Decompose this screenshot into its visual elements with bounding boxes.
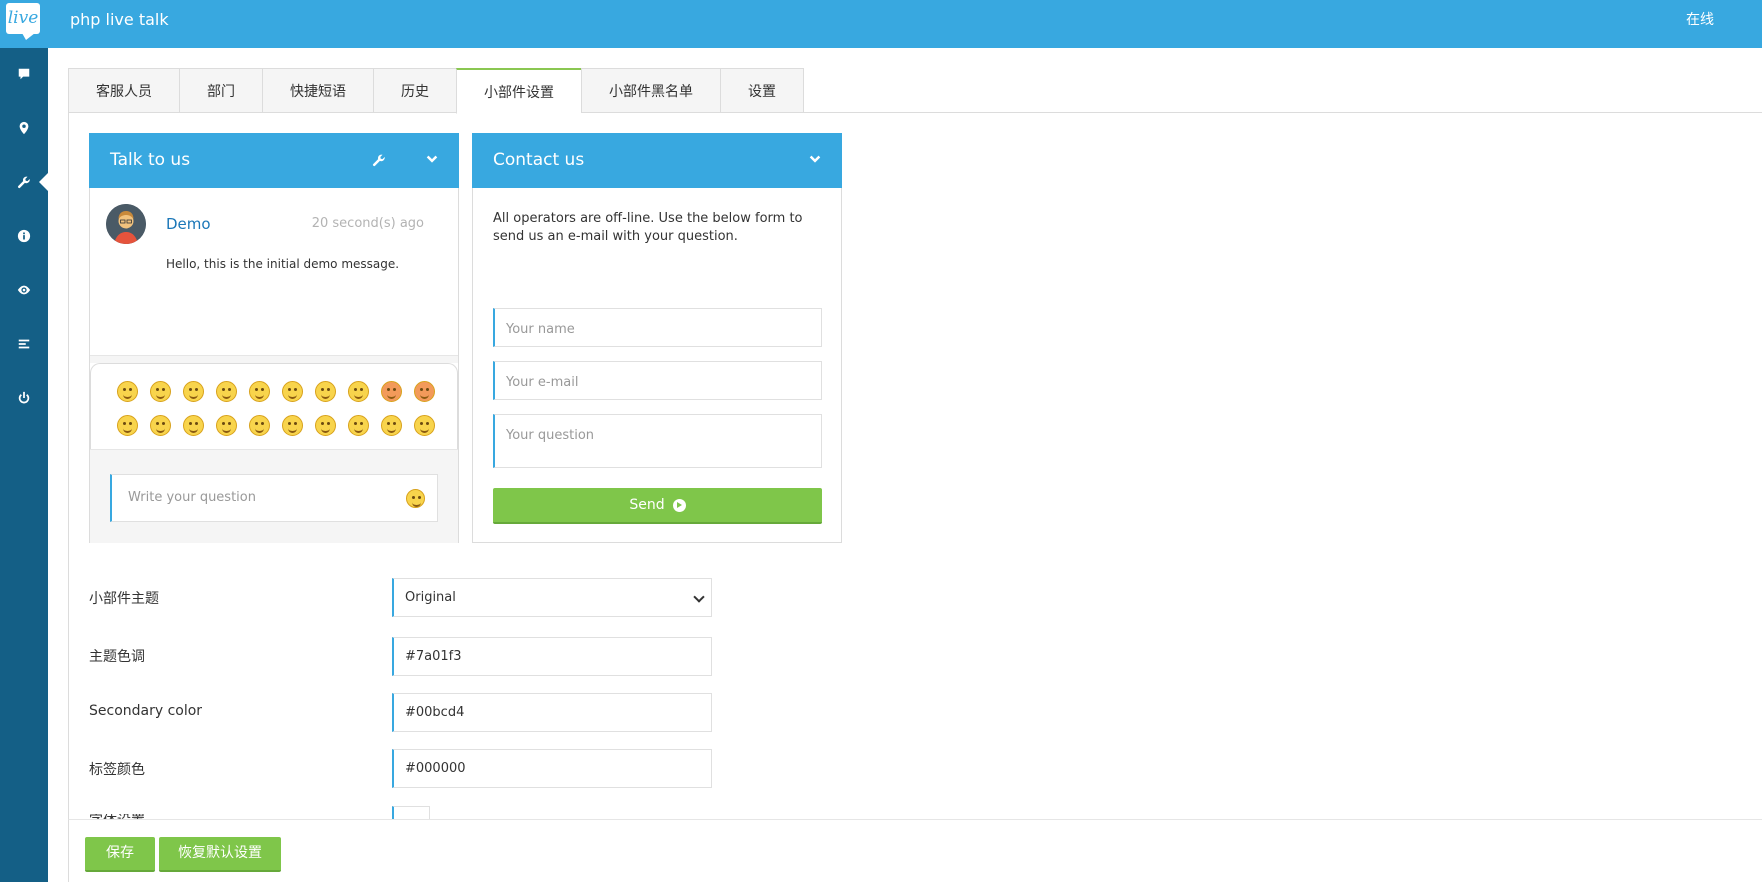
sidebar-item-monitor[interactable] xyxy=(0,270,48,310)
sidebar xyxy=(0,48,49,882)
label-color-label: 标签颜色 xyxy=(89,762,145,778)
eye-icon xyxy=(17,285,31,295)
message-author: Demo xyxy=(166,215,211,233)
chat-widget-header[interactable]: Talk to us xyxy=(89,133,459,188)
map-marker-icon xyxy=(19,121,29,135)
tab-history[interactable]: 历史 xyxy=(373,68,456,113)
laugh-emoji-icon[interactable] xyxy=(348,415,369,436)
theme-select-value: Original xyxy=(405,590,456,605)
wrench-icon xyxy=(17,176,30,189)
tab-widget-settings[interactable]: 小部件设置 xyxy=(456,68,581,114)
chevron-down-icon[interactable] xyxy=(808,153,822,167)
name-field[interactable]: Your name xyxy=(493,308,822,347)
logo-tail xyxy=(22,33,35,40)
sidebar-item-settings[interactable] xyxy=(0,162,49,202)
avatar xyxy=(106,204,146,244)
theme-select[interactable]: Original xyxy=(392,578,712,617)
tab-operators[interactable]: 客服人员 xyxy=(68,68,179,113)
question-field[interactable]: Your question xyxy=(493,414,822,468)
save-button[interactable]: 保存 xyxy=(85,837,155,872)
power-icon xyxy=(18,391,30,404)
label-color-input[interactable]: #000000 xyxy=(392,749,712,788)
big-grin-emoji-icon[interactable] xyxy=(381,415,402,436)
emoji-toggle-icon[interactable] xyxy=(406,489,425,508)
sidebar-item-logout[interactable] xyxy=(0,378,48,418)
tab-canned-responses[interactable]: 快捷短语 xyxy=(262,68,373,113)
sleepy-emoji-icon[interactable] xyxy=(249,415,270,436)
tab-settings[interactable]: 设置 xyxy=(720,68,804,113)
emoji-picker xyxy=(90,363,458,457)
info-icon xyxy=(17,229,31,243)
email-placeholder: Your e-mail xyxy=(506,375,579,390)
heart-eyes-emoji-icon[interactable] xyxy=(183,415,204,436)
chat-input-area: Write your question xyxy=(90,449,458,543)
smile-emoji-icon[interactable] xyxy=(150,381,171,402)
sidebar-item-chat[interactable] xyxy=(0,54,48,94)
primary-color-label: 主题色调 xyxy=(89,649,145,665)
chat-input-placeholder: Write your question xyxy=(128,490,256,505)
tongue-emoji-icon[interactable] xyxy=(249,381,270,402)
name-placeholder: Your name xyxy=(506,322,575,337)
emoji-row xyxy=(117,381,435,402)
send-button[interactable]: Send xyxy=(493,488,822,524)
arrow-right-icon xyxy=(672,498,686,512)
message-time: 20 second(s) ago xyxy=(311,216,424,231)
app-title: php live talk xyxy=(70,10,169,29)
contact-widget-header[interactable]: Contact us xyxy=(472,133,842,188)
emoji-row xyxy=(117,415,435,436)
send-label: Send xyxy=(629,497,665,513)
wink-tongue-emoji-icon[interactable] xyxy=(414,415,435,436)
app-logo[interactable]: live xyxy=(0,0,48,48)
chevron-down-icon[interactable] xyxy=(425,153,439,167)
sidebar-item-list[interactable] xyxy=(0,324,48,364)
secondary-color-input[interactable]: #00bcd4 xyxy=(392,693,712,732)
worried-emoji-icon[interactable] xyxy=(216,415,237,436)
smile-emoji-icon[interactable] xyxy=(117,381,138,402)
surprised-emoji-icon[interactable] xyxy=(150,415,171,436)
question-placeholder: Your question xyxy=(506,428,595,443)
emoji-separator xyxy=(90,355,458,363)
email-field[interactable]: Your e-mail xyxy=(493,361,822,400)
tab-widget-blacklist[interactable]: 小部件黑名单 xyxy=(581,68,720,113)
theme-label: 小部件主题 xyxy=(89,591,159,607)
sidebar-item-info[interactable] xyxy=(0,216,48,256)
top-bar: live php live talk 在线 xyxy=(0,0,1762,48)
neutral-emoji-icon[interactable] xyxy=(315,381,336,402)
grin-emoji-icon[interactable] xyxy=(216,381,237,402)
action-footer: 保存 恢复默认设置 xyxy=(68,819,1762,882)
teeth-emoji-icon[interactable] xyxy=(315,415,336,436)
furious-emoji-icon[interactable] xyxy=(414,381,435,402)
tab-bar: 客服人员 部门 快捷短语 历史 小部件设置 小部件黑名单 设置 xyxy=(68,68,804,114)
tab-departments[interactable]: 部门 xyxy=(179,68,262,113)
chat-widget-preview: Talk to us Demo 20 second(s) ago Hello, … xyxy=(89,133,459,543)
angry-emoji-icon[interactable] xyxy=(381,381,402,402)
chat-question-input[interactable]: Write your question xyxy=(110,474,438,522)
contact-widget-title: Contact us xyxy=(493,150,585,170)
list-icon xyxy=(18,339,30,349)
happy-emoji-icon[interactable] xyxy=(282,381,303,402)
sad-emoji-icon[interactable] xyxy=(183,381,204,402)
confused-emoji-icon[interactable] xyxy=(348,381,369,402)
primary-color-input[interactable]: #7a01f3 xyxy=(392,637,712,676)
chat-icon xyxy=(18,68,30,80)
contact-widget-preview: Contact us All operators are off-line. U… xyxy=(472,133,842,543)
secondary-color-label: Secondary color xyxy=(89,703,203,719)
shy-emoji-icon[interactable] xyxy=(282,415,303,436)
wrench-icon[interactable] xyxy=(372,153,386,167)
logo-text: live xyxy=(6,3,40,34)
chevron-down-icon xyxy=(693,591,705,603)
reset-defaults-button[interactable]: 恢复默认设置 xyxy=(159,837,281,872)
message-text: Hello, this is the initial demo message. xyxy=(166,257,400,271)
partial-form-input[interactable] xyxy=(392,806,430,820)
offline-message: All operators are off-line. Use the belo… xyxy=(493,211,803,244)
sidebar-item-location[interactable] xyxy=(0,108,48,148)
online-status[interactable]: 在线 xyxy=(1686,0,1714,40)
glasses-emoji-icon[interactable] xyxy=(117,415,138,436)
chat-widget-title: Talk to us xyxy=(110,150,191,170)
